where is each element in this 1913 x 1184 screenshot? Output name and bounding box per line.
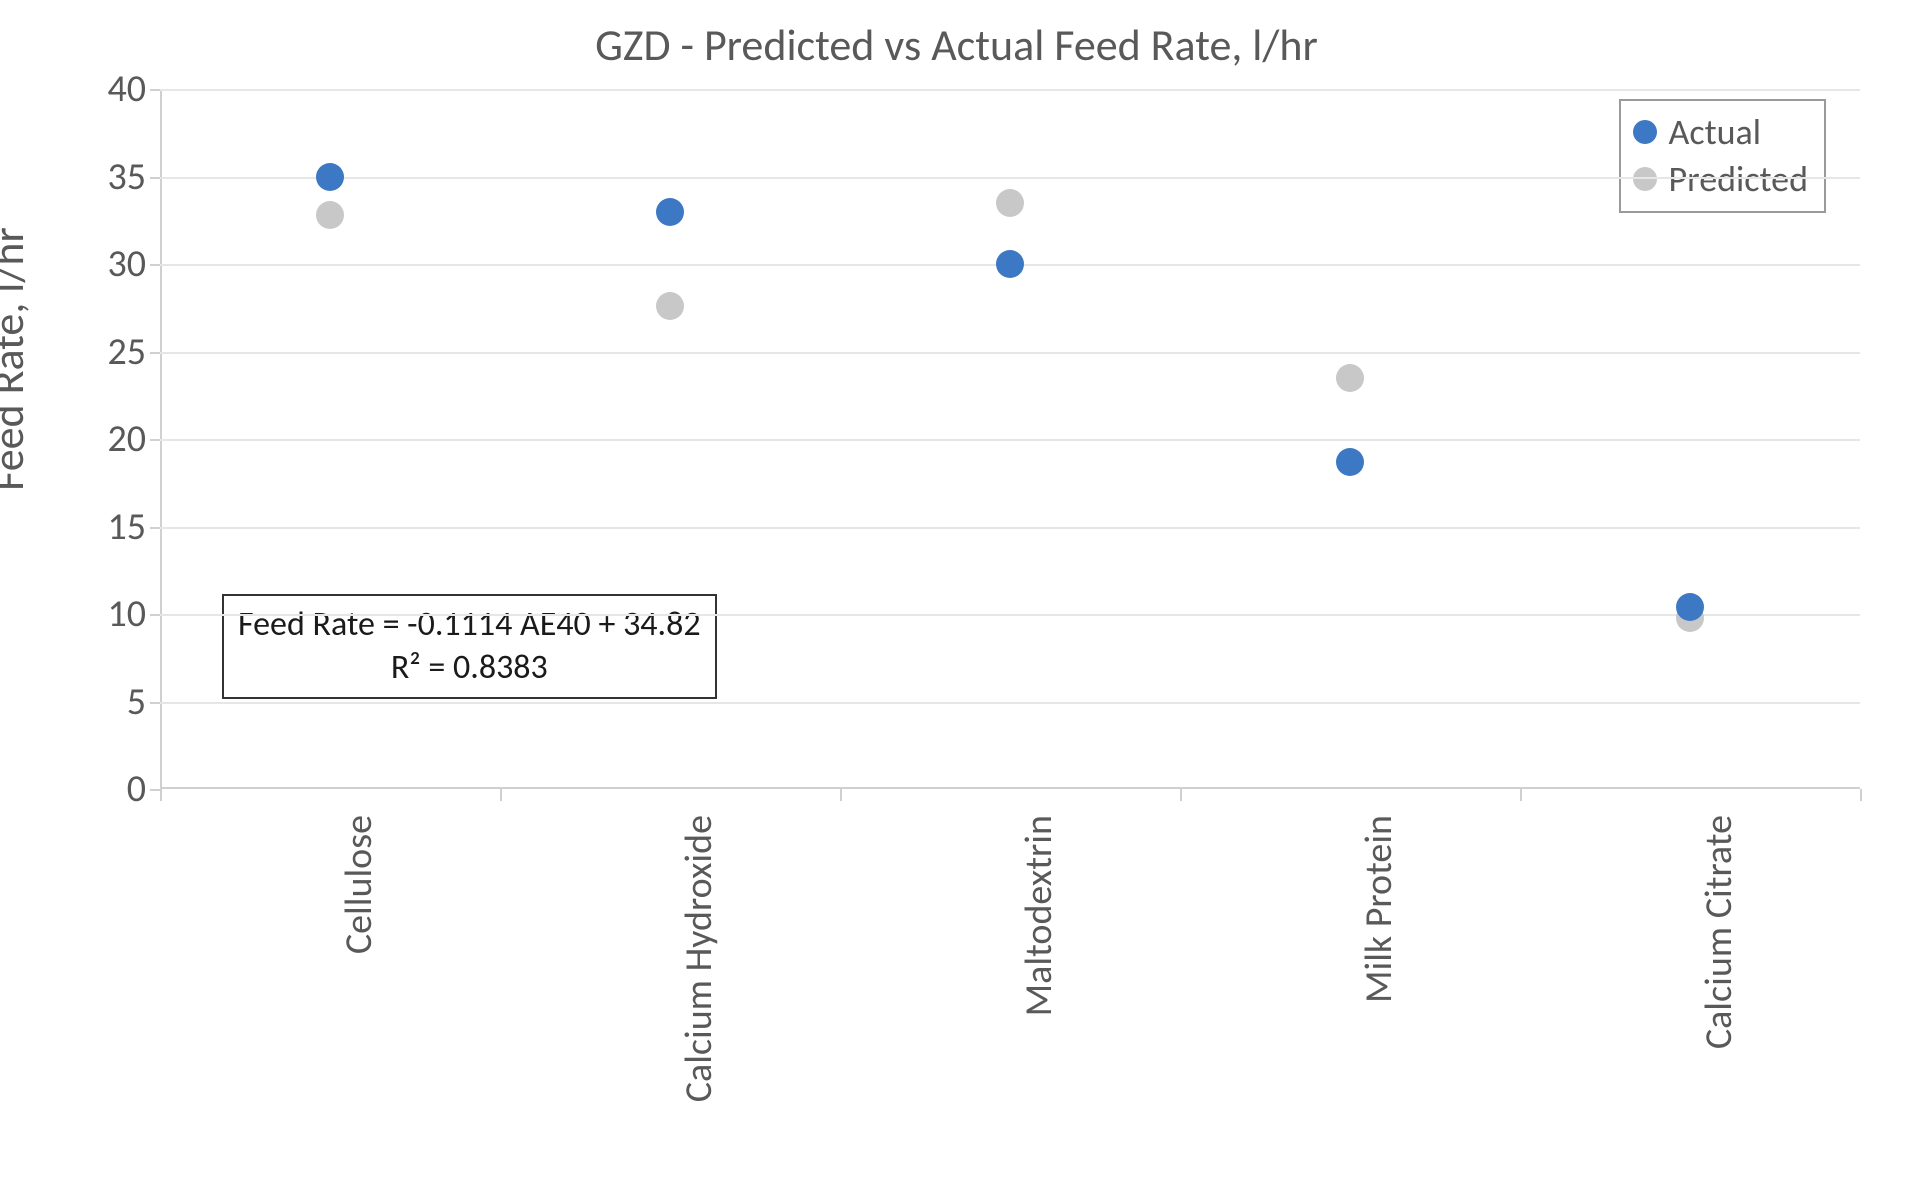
gridline	[160, 89, 1860, 91]
data-point-predicted	[316, 201, 344, 229]
legend-item-actual: Actual	[1633, 109, 1808, 156]
x-tick-label: Cellulose	[336, 815, 382, 954]
x-tick-mark	[840, 789, 842, 801]
legend-label: Actual	[1669, 109, 1762, 156]
x-tick-mark	[160, 789, 162, 801]
y-tick-label: 35	[107, 154, 160, 200]
y-axis-label: Feed Rate, l/hr	[0, 227, 35, 491]
circle-icon	[1633, 120, 1657, 144]
y-tick-label: 20	[107, 416, 160, 462]
gridline	[160, 614, 1860, 616]
equation-text: Feed Rate = -0.1114 AE40 + 34.82	[238, 604, 701, 647]
r-squared-text: R² = 0.8383	[238, 647, 701, 690]
data-point-actual	[316, 163, 344, 191]
circle-icon	[1633, 167, 1657, 191]
data-point-actual	[1676, 593, 1704, 621]
gridline	[160, 439, 1860, 441]
x-tick-label: Maltodextrin	[1016, 815, 1062, 1016]
data-point-actual	[996, 250, 1024, 278]
x-tick-mark	[500, 789, 502, 801]
legend-item-predicted: Predicted	[1633, 156, 1808, 203]
x-tick-mark	[1860, 789, 1862, 801]
y-tick-label: 0	[127, 766, 160, 812]
data-point-predicted	[996, 189, 1024, 217]
y-tick-label: 40	[107, 66, 160, 112]
plot-area: Actual Predicted Feed Rate = -0.1114 AE4…	[160, 88, 1860, 789]
y-tick-label: 15	[107, 504, 160, 550]
gridline	[160, 527, 1860, 529]
x-tick-label: Calcium Hydroxide	[676, 815, 722, 1102]
x-tick-mark	[1520, 789, 1522, 801]
x-axis-line	[160, 787, 1860, 789]
equation-annotation: Feed Rate = -0.1114 AE40 + 34.82 R² = 0.…	[222, 594, 717, 699]
x-tick-label: Calcium Citrate	[1696, 815, 1742, 1049]
y-tick-label: 10	[107, 591, 160, 637]
gridline	[160, 352, 1860, 354]
y-tick-label: 30	[107, 241, 160, 287]
chart-title: GZD - Predicted vs Actual Feed Rate, l/h…	[0, 18, 1913, 72]
gridline	[160, 177, 1860, 179]
y-tick-label: 5	[127, 679, 160, 725]
data-point-predicted	[1336, 364, 1364, 392]
chart-container: GZD - Predicted vs Actual Feed Rate, l/h…	[0, 0, 1913, 1184]
y-tick-label: 25	[107, 329, 160, 375]
x-tick-label: Milk Protein	[1356, 815, 1402, 1003]
data-point-actual	[656, 198, 684, 226]
legend: Actual Predicted	[1619, 99, 1826, 213]
gridline	[160, 702, 1860, 704]
data-point-predicted	[656, 292, 684, 320]
data-point-actual	[1336, 448, 1364, 476]
legend-label: Predicted	[1669, 156, 1808, 203]
x-tick-mark	[1180, 789, 1182, 801]
